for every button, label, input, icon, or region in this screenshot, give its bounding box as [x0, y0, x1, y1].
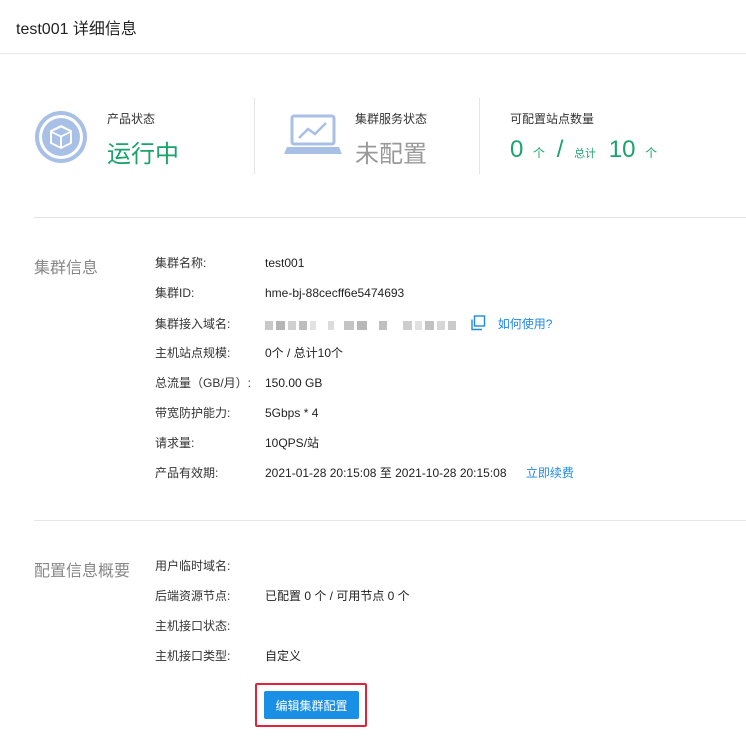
row-value: 2021-01-28 20:15:08 至 2021-10-28 20:15:0…	[265, 466, 507, 480]
info-row-cluster-id: 集群ID: hme-bj-88cecff6e5474693	[155, 285, 404, 301]
edit-cluster-config-button[interactable]: 编辑集群配置	[264, 691, 359, 719]
site-count-value: 0 个 / 总计 10 个	[510, 136, 657, 164]
info-row-requests: 请求量: 10QPS/站	[155, 435, 319, 451]
stat-cluster-status: 集群服务状态 未配置	[284, 54, 484, 218]
row-key: 请求量:	[155, 436, 195, 450]
row-key: 集群名称:	[155, 256, 207, 270]
config-row-temp-domain: 用户临时域名:	[155, 558, 265, 574]
divider	[479, 98, 480, 174]
config-row-interface-status: 主机接口状态:	[155, 618, 265, 634]
how-to-use-link[interactable]: 如何使用?	[498, 317, 553, 331]
page-header: test001 详细信息	[0, 0, 746, 54]
page-title: test001 详细信息	[16, 20, 137, 38]
stat-product-status: 产品状态 运行中	[34, 54, 254, 218]
site-count-unit2: 个	[645, 146, 658, 160]
site-count-label: 可配置站点数量	[510, 112, 595, 126]
row-value: hme-bj-88cecff6e5474693	[265, 286, 405, 300]
laptop-chart-icon	[284, 114, 342, 163]
row-value: 10QPS/站	[265, 436, 320, 450]
site-count-unit: 个	[533, 146, 546, 160]
info-row-access-domain: 集群接入域名: 如何使用?	[155, 315, 552, 331]
row-key: 集群ID:	[155, 286, 195, 300]
product-status-label: 产品状态	[107, 112, 156, 126]
row-key: 带宽防护能力:	[155, 406, 231, 420]
row-key: 总流量（GB/月）:	[155, 376, 252, 390]
config-info-section: 配置信息概要 用户临时域名: 后端资源节点: 已配置 0 个 / 可用节点 0 个…	[34, 521, 746, 755]
info-row-traffic: 总流量（GB/月）: 150.00 GB	[155, 375, 322, 391]
product-status-value: 运行中	[107, 141, 179, 168]
cluster-status-label: 集群服务状态	[355, 112, 428, 126]
site-count-total: 10	[608, 136, 636, 163]
row-key: 主机接口类型:	[155, 649, 231, 663]
info-row-site-scale: 主机站点规模: 0个 / 总计10个	[155, 345, 343, 361]
site-count-current: 0	[510, 136, 524, 163]
divider	[254, 98, 255, 174]
row-value: 0个 / 总计10个	[265, 346, 344, 360]
cube-icon	[34, 110, 88, 169]
config-row-backend-nodes: 后端资源节点: 已配置 0 个 / 可用节点 0 个	[155, 588, 410, 604]
info-row-cluster-name: 集群名称: test001	[155, 255, 304, 271]
row-value: 已配置 0 个 / 可用节点 0 个	[265, 589, 410, 603]
row-key: 集群接入域名:	[155, 317, 231, 332]
config-row-interface-type: 主机接口类型: 自定义	[155, 648, 301, 664]
masked-domain	[265, 317, 459, 331]
info-row-bandwidth: 带宽防护能力: 5Gbps * 4	[155, 405, 318, 421]
row-key: 主机站点规模:	[155, 346, 231, 360]
stat-site-count: 可配置站点数量 0 个 / 总计 10 个	[510, 54, 740, 218]
row-value: 150.00 GB	[265, 376, 323, 390]
info-row-validity: 产品有效期: 2021-01-28 20:15:08 至 2021-10-28 2…	[155, 465, 574, 481]
row-key: 用户临时域名:	[155, 559, 231, 573]
cluster-status-value: 未配置	[355, 141, 427, 168]
site-count-separator: /	[556, 136, 564, 163]
row-value: 5Gbps * 4	[265, 406, 319, 420]
site-count-total-label: 总计	[574, 148, 597, 160]
row-value: 自定义	[265, 649, 302, 663]
cluster-info-section: 集群信息 集群名称: test001 集群ID: hme-bj-88cecff6e5…	[34, 218, 746, 521]
renew-link[interactable]: 立即续费	[526, 466, 574, 480]
cluster-info-title: 集群信息	[34, 260, 99, 277]
stats-panel: 产品状态 运行中 集群服务状态 未配置 可配置站点数量 0 个 / 总计 10 …	[34, 54, 746, 218]
config-info-title: 配置信息概要	[34, 563, 131, 580]
copy-icon[interactable]	[470, 315, 486, 335]
row-value: test001	[265, 256, 305, 270]
row-key: 产品有效期:	[155, 466, 219, 480]
row-key: 主机接口状态:	[155, 619, 231, 633]
row-key: 后端资源节点:	[155, 589, 231, 603]
